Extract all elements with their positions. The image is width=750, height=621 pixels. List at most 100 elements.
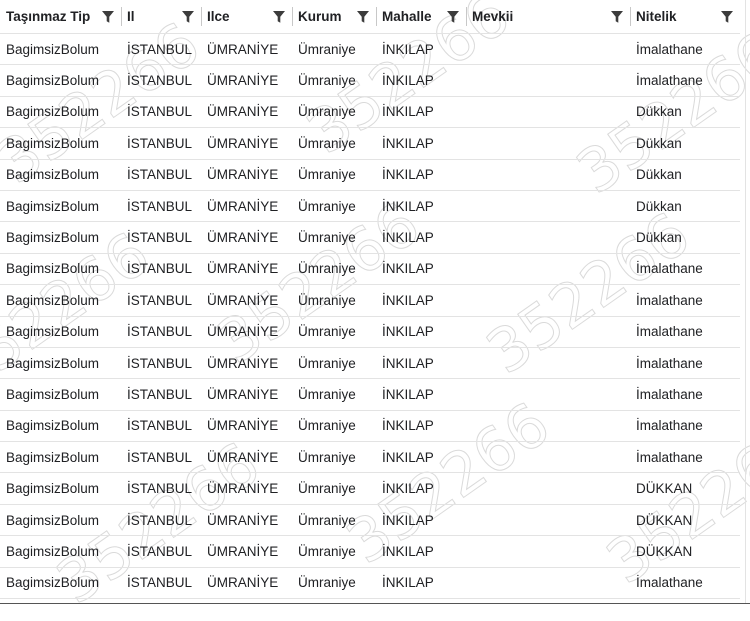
column-header-il[interactable]: Il (121, 0, 201, 34)
cell-mahalle: İNKILAP (376, 472, 466, 505)
grid-bottom-border (0, 603, 750, 604)
cell-ilce: ÜMRANİYE (201, 190, 292, 223)
filter-icon[interactable] (610, 10, 624, 24)
table-row[interactable]: BagimsizBolum İSTANBUL ÜMRANİYE Ümraniye İNK… (0, 316, 740, 348)
cell-mahalle: İNKILAP (376, 96, 466, 129)
cell-mahalle: İNKILAP (376, 567, 466, 600)
cell-il: İSTANBUL (121, 190, 201, 223)
table-row[interactable]: BagimsizBolum İSTANBUL ÜMRANİYE Ümraniye İNK… (0, 504, 740, 537)
column-separator[interactable] (630, 7, 631, 26)
cell-mahalle: İNKILAP (376, 378, 466, 411)
cell-ilce: ÜMRANİYE (201, 504, 292, 537)
cell-tip: BagimsizBolum (0, 127, 121, 160)
column-header-kurum[interactable]: Kurum (292, 0, 376, 34)
table-row[interactable]: BagimsizBolum İSTANBUL ÜMRANİYE Ümraniye İNK… (0, 64, 740, 97)
cell-tip: BagimsizBolum (0, 441, 121, 474)
table-row[interactable]: BagimsizBolum İSTANBUL ÜMRANİYE Ümraniye İNK… (0, 472, 740, 505)
cell-mevkii (466, 347, 630, 380)
cell-tip: BagimsizBolum (0, 472, 121, 505)
cell-mevkii (466, 441, 630, 474)
cell-kurum: Ümraniye (292, 64, 376, 97)
column-separator[interactable] (121, 7, 122, 26)
cell-mevkii (466, 284, 630, 317)
filter-icon[interactable] (101, 10, 115, 24)
cell-nitelik: İmalathane (630, 378, 740, 411)
cell-kurum: Ümraniye (292, 378, 376, 411)
column-separator[interactable] (201, 7, 202, 26)
table-row[interactable]: BagimsizBolum İSTANBUL ÜMRANİYE Ümraniye İNK… (0, 567, 740, 600)
grid-header: Taşınmaz Tip Il Ilce Kurum Mahalle Mevkii Nite… (0, 0, 740, 34)
table-row[interactable]: BagimsizBolum İSTANBUL ÜMRANİYE Ümraniye İNK… (0, 347, 740, 380)
cell-tip: BagimsizBolum (0, 504, 121, 537)
column-header-mahalle[interactable]: Mahalle (376, 0, 466, 34)
column-header-mevkii[interactable]: Mevkii (466, 0, 630, 34)
filter-icon[interactable] (181, 10, 195, 24)
table-row[interactable]: BagimsizBolum İSTANBUL ÜMRANİYE Ümraniye İNK… (0, 127, 740, 160)
cell-kurum: Ümraniye (292, 441, 376, 474)
cell-il: İSTANBUL (121, 159, 201, 191)
cell-nitelik: İmalathane (630, 316, 740, 348)
cell-ilce: ÜMRANİYE (201, 410, 292, 443)
column-separator[interactable] (376, 7, 377, 26)
column-header-ilce[interactable]: Ilce (201, 0, 292, 34)
table-row[interactable]: BagimsizBolum İSTANBUL ÜMRANİYE Ümraniye İNK… (0, 441, 740, 474)
cell-tip: BagimsizBolum (0, 284, 121, 317)
cell-ilce: ÜMRANİYE (201, 96, 292, 129)
table-row[interactable]: BagimsizBolum İSTANBUL ÜMRANİYE Ümraniye İNK… (0, 378, 740, 411)
cell-mevkii (466, 472, 630, 505)
cell-kurum: Ümraniye (292, 127, 376, 160)
cell-kurum: Ümraniye (292, 96, 376, 129)
table-row[interactable]: BagimsizBolum İSTANBUL ÜMRANİYE Ümraniye İNK… (0, 284, 740, 317)
column-header-nitelik[interactable]: Nitelik (630, 0, 740, 34)
table-row[interactable]: BagimsizBolum İSTANBUL ÜMRANİYE Ümraniye İNK… (0, 253, 740, 286)
filter-icon[interactable] (356, 10, 370, 24)
column-separator[interactable] (292, 7, 293, 26)
cell-kurum: Ümraniye (292, 535, 376, 568)
cell-kurum: Ümraniye (292, 190, 376, 223)
cell-nitelik: Dükkan (630, 190, 740, 223)
cell-mahalle: İNKILAP (376, 284, 466, 317)
cell-nitelik: Dükkan (630, 96, 740, 129)
cell-ilce: ÜMRANİYE (201, 33, 292, 66)
cell-nitelik: DÜKKAN (630, 472, 740, 505)
cell-nitelik: Dükkan (630, 159, 740, 191)
cell-mahalle: İNKILAP (376, 316, 466, 348)
cell-il: İSTANBUL (121, 96, 201, 129)
table-row[interactable]: BagimsizBolum İSTANBUL ÜMRANİYE Ümraniye İNK… (0, 190, 740, 223)
cell-kurum: Ümraniye (292, 33, 376, 66)
cell-nitelik: İmalathane (630, 441, 740, 474)
cell-ilce: ÜMRANİYE (201, 441, 292, 474)
column-header-tip[interactable]: Taşınmaz Tip (0, 0, 121, 34)
table-row[interactable]: BagimsizBolum İSTANBUL ÜMRANİYE Ümraniye İNK… (0, 33, 740, 66)
grid-body: BagimsizBolum İSTANBUL ÜMRANİYE Ümraniye İNK… (0, 33, 740, 600)
cell-il: İSTANBUL (121, 378, 201, 411)
filter-icon[interactable] (272, 10, 286, 24)
cell-kurum: Ümraniye (292, 316, 376, 348)
data-grid: Taşınmaz Tip Il Ilce Kurum Mahalle Mevkii Nite… (0, 0, 740, 600)
filter-icon[interactable] (720, 10, 734, 24)
cell-ilce: ÜMRANİYE (201, 567, 292, 600)
cell-nitelik: İmalathane (630, 253, 740, 286)
column-header-content: Mahalle (382, 0, 466, 33)
cell-mevkii (466, 410, 630, 443)
table-row[interactable]: BagimsizBolum İSTANBUL ÜMRANİYE Ümraniye İNK… (0, 221, 740, 254)
cell-nitelik: İmalathane (630, 64, 740, 97)
table-row[interactable]: BagimsizBolum İSTANBUL ÜMRANİYE Ümraniye İNK… (0, 96, 740, 129)
cell-mevkii (466, 378, 630, 411)
table-row[interactable]: BagimsizBolum İSTANBUL ÜMRANİYE Ümraniye İNK… (0, 410, 740, 443)
cell-il: İSTANBUL (121, 504, 201, 537)
cell-tip: BagimsizBolum (0, 159, 121, 191)
cell-tip: BagimsizBolum (0, 64, 121, 97)
cell-il: İSTANBUL (121, 472, 201, 505)
cell-mahalle: İNKILAP (376, 159, 466, 191)
filter-icon[interactable] (446, 10, 460, 24)
cell-nitelik: Dükkan (630, 127, 740, 160)
cell-mahalle: İNKILAP (376, 253, 466, 286)
column-header-content: Kurum (298, 0, 376, 33)
column-separator[interactable] (466, 7, 467, 26)
cell-mevkii (466, 221, 630, 254)
cell-il: İSTANBUL (121, 284, 201, 317)
table-row[interactable]: BagimsizBolum İSTANBUL ÜMRANİYE Ümraniye İNK… (0, 535, 740, 568)
cell-nitelik: İmalathane (630, 284, 740, 317)
table-row[interactable]: BagimsizBolum İSTANBUL ÜMRANİYE Ümraniye İNK… (0, 159, 740, 191)
